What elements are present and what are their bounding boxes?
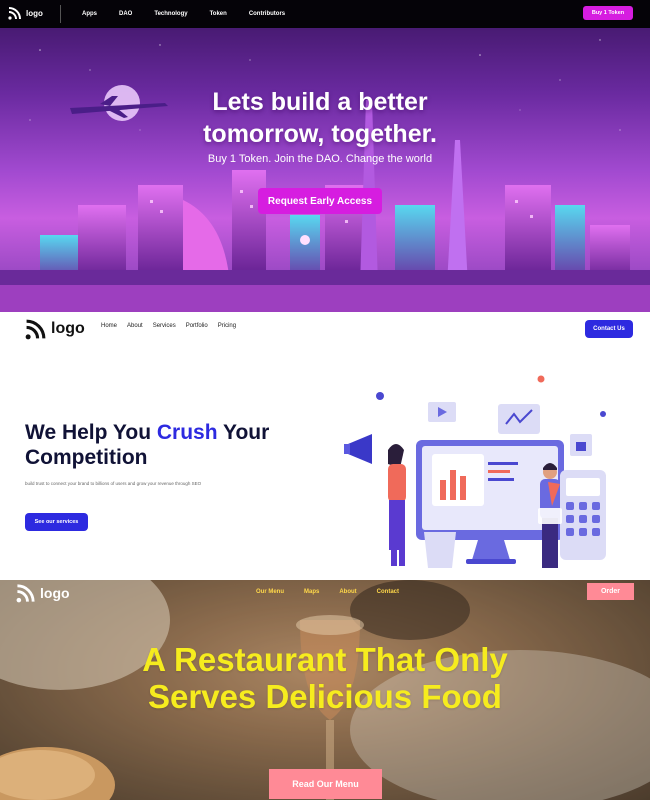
order-button[interactable]: Order bbox=[587, 583, 634, 600]
logo-label: logo bbox=[51, 320, 85, 337]
seo-hero-subtitle: build trust to connect your brand to bil… bbox=[25, 481, 202, 486]
nav-link-pricing[interactable]: Pricing bbox=[218, 323, 236, 329]
seo-hero-title: We Help You Crush Your Competition bbox=[25, 420, 325, 470]
nav-link-dao[interactable]: DAO bbox=[119, 11, 132, 17]
dao-hero-section: logo Apps DAO Technology Token Contribut… bbox=[0, 0, 650, 312]
seo-nav-links: Home About Services Portfolio Pricing bbox=[101, 323, 246, 329]
title-part-1: We Help You bbox=[25, 421, 157, 444]
logo-icon bbox=[16, 584, 35, 603]
nav-link-apps[interactable]: Apps bbox=[82, 11, 97, 17]
nav-link-home[interactable]: Home bbox=[101, 323, 117, 329]
nav-link-portfolio[interactable]: Portfolio bbox=[186, 323, 208, 329]
nav-link-maps[interactable]: Maps bbox=[304, 589, 319, 595]
logo-icon bbox=[8, 7, 21, 20]
see-our-services-button[interactable]: See our services bbox=[25, 513, 88, 531]
restaurant-nav-links: Our Menu Maps About Contact bbox=[256, 589, 419, 595]
restaurant-hero-section: logo Our Menu Maps About Contact Order A… bbox=[0, 580, 650, 800]
seo-hero-section: logo Home About Services Portfolio Prici… bbox=[0, 312, 650, 580]
seo-logo[interactable]: logo bbox=[25, 318, 85, 340]
dao-hero-subtitle: Buy 1 Token. Join the DAO. Change the wo… bbox=[207, 153, 433, 165]
logo-label: logo bbox=[40, 585, 70, 601]
logo-label: logo bbox=[26, 8, 43, 18]
request-early-access-button[interactable]: Request Early Access bbox=[258, 188, 382, 214]
nav-divider bbox=[60, 5, 61, 23]
logo-icon bbox=[25, 319, 46, 340]
buy-token-button[interactable]: Buy 1 Token bbox=[583, 6, 633, 20]
dao-navbar: logo Apps DAO Technology Token Contribut… bbox=[0, 0, 650, 28]
marketing-illustration bbox=[344, 375, 606, 568]
restaurant-logo[interactable]: logo bbox=[16, 583, 70, 603]
dao-hero-title: Lets build a better tomorrow, together. bbox=[100, 86, 540, 150]
nav-link-about[interactable]: About bbox=[127, 323, 143, 329]
nav-link-services[interactable]: Services bbox=[153, 323, 176, 329]
read-our-menu-button[interactable]: Read Our Menu bbox=[269, 769, 382, 799]
nav-link-our-menu[interactable]: Our Menu bbox=[256, 589, 284, 595]
title-line-2: tomorrow, together. bbox=[203, 120, 437, 148]
restaurant-hero-title: A Restaurant That Only Serves Delicious … bbox=[142, 641, 508, 715]
nav-link-token[interactable]: Token bbox=[210, 11, 227, 17]
nav-link-technology[interactable]: Technology bbox=[154, 11, 187, 17]
dao-nav-links: Apps DAO Technology Token Contributors bbox=[82, 0, 307, 28]
title-line-1: Lets build a better bbox=[212, 88, 428, 116]
nav-link-contact[interactable]: Contact bbox=[377, 589, 399, 595]
title-accent: Crush bbox=[156, 421, 218, 444]
contact-us-button[interactable]: Contact Us bbox=[585, 320, 633, 338]
dao-logo[interactable]: logo bbox=[8, 6, 43, 20]
nav-link-about[interactable]: About bbox=[339, 589, 356, 595]
nav-link-contributors[interactable]: Contributors bbox=[249, 11, 285, 17]
